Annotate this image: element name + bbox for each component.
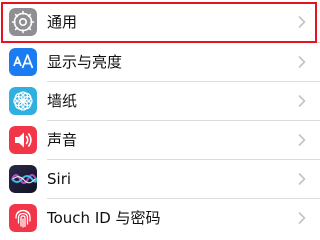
chevron-right-icon (298, 173, 306, 185)
chevron-right-icon (298, 212, 306, 224)
chevron-right-icon (298, 95, 306, 107)
settings-item-sounds[interactable]: 声音 (0, 121, 320, 159)
fingerprint-icon (9, 204, 37, 232)
flower-icon (9, 87, 37, 115)
settings-item-touch-id-passcode[interactable]: Touch ID 与密码 (0, 199, 320, 237)
settings-item-label: Siri (47, 170, 72, 188)
settings-item-display-brightness[interactable]: 显示与亮度 (0, 43, 320, 81)
chevron-right-icon (298, 56, 306, 68)
chevron-right-icon (298, 134, 306, 146)
text-size-icon (9, 48, 37, 76)
settings-item-label: 显示与亮度 (47, 53, 123, 71)
chevron-right-icon (298, 16, 306, 28)
settings-item-general[interactable]: 通用 (0, 3, 320, 41)
settings-item-label: 通用 (47, 13, 78, 31)
speaker-icon (9, 126, 37, 154)
settings-list: 通用 显示与亮度 墙纸 声音 Siri Touch ID 与密码 (0, 0, 320, 240)
gear-icon (9, 8, 37, 36)
settings-item-siri[interactable]: Siri (0, 160, 320, 198)
siri-icon (9, 165, 37, 193)
settings-item-wallpaper[interactable]: 墙纸 (0, 82, 320, 120)
settings-item-label: 声音 (47, 131, 78, 149)
settings-item-label: 墙纸 (47, 92, 78, 110)
settings-item-label: Touch ID 与密码 (47, 209, 161, 227)
